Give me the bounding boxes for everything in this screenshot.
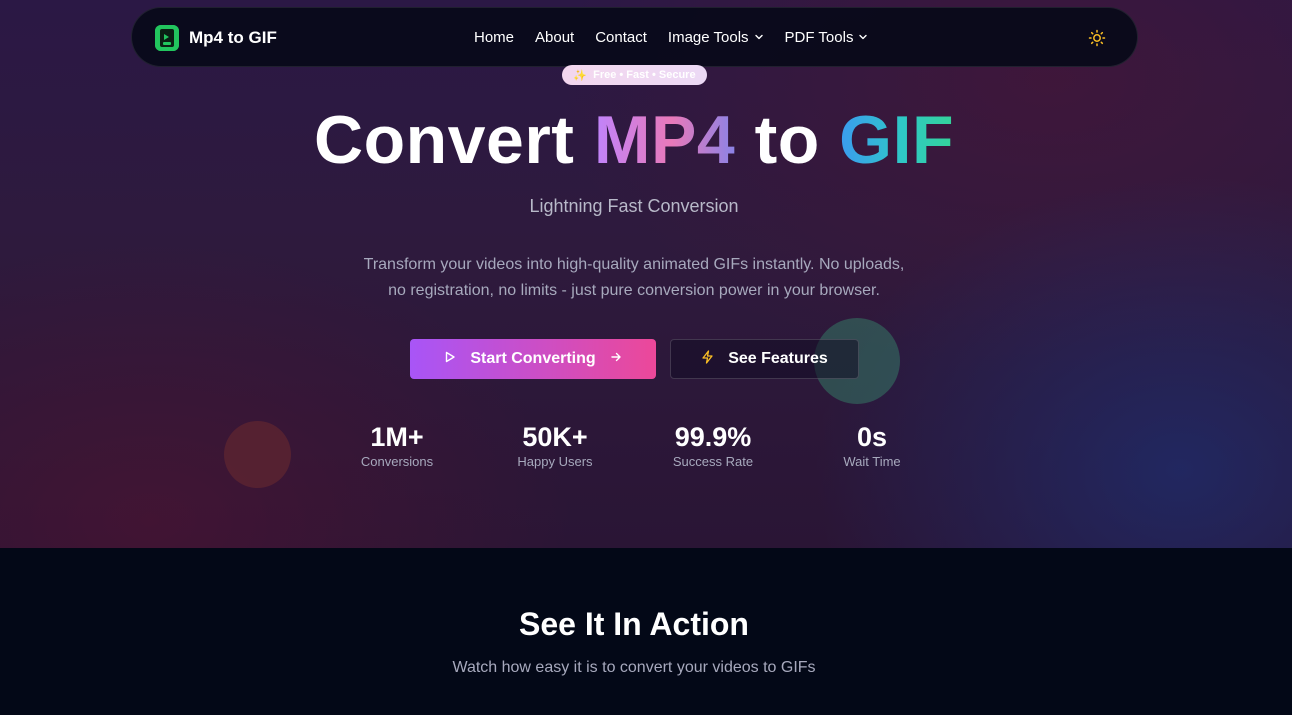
arrow-right-icon	[610, 350, 622, 368]
nav-link-label: Home	[474, 29, 515, 46]
stat-value: 1M+	[370, 422, 424, 452]
nav-link-label: PDF Tools	[784, 29, 854, 46]
stat-label: Conversions	[360, 454, 434, 469]
nav-link-contact[interactable]: Contact	[595, 27, 647, 49]
brand-name[interactable]: Mp4 to GIF	[189, 27, 277, 49]
hero-title: Convert MP4 to GIF	[0, 100, 1268, 180]
stat-happy-users: 50K+ Happy Users	[475, 420, 635, 470]
nav-link-home[interactable]: Home	[474, 27, 514, 49]
nav-links: Home About Contact Image Tools PDF Tools	[474, 27, 889, 49]
see-features-label: See Features	[728, 350, 828, 367]
hero-description-line: no registration, no limits - just pure c…	[388, 282, 880, 299]
hero-badge-text: Free • Fast • Secure	[593, 69, 696, 81]
stat-label: Happy Users	[517, 454, 593, 469]
hero-title-word: to	[754, 102, 820, 178]
nav-dropdown-image-tools[interactable]: Image Tools	[668, 27, 764, 49]
hero-section: Mp4 to GIF Home About Contact Image Tool…	[0, 0, 1292, 548]
stat-value: 99.9%	[674, 422, 752, 452]
stat-wait-time: 0s Wait Time	[792, 420, 952, 470]
start-converting-button[interactable]: Start Converting	[410, 339, 656, 379]
hero-title-word: Convert	[314, 102, 575, 178]
sparkles-icon: ✨	[573, 69, 588, 82]
section-title: See It In Action	[519, 606, 749, 642]
hero-description: Transform your videos into high-quality …	[334, 252, 934, 304]
hero-subtitle: Lightning Fast Conversion	[529, 196, 739, 216]
chevron-down-icon	[858, 27, 868, 49]
nav-link-about[interactable]: About	[535, 27, 574, 49]
hero-title-highlight-mp4: MP4	[593, 102, 736, 178]
chevron-down-icon	[754, 27, 764, 49]
stat-value: 50K+	[522, 422, 588, 452]
play-icon	[444, 350, 456, 368]
section-subtitle: Watch how easy it is to convert your vid…	[452, 659, 816, 676]
nav-link-label: Contact	[595, 29, 647, 46]
logo-file-video-icon[interactable]	[155, 25, 179, 51]
hero-title-highlight-gif: GIF	[839, 102, 954, 178]
hero-description-line: Transform your videos into high-quality …	[363, 256, 905, 273]
stat-label: Wait Time	[843, 454, 901, 469]
see-it-in-action-section: See It In Action Watch how easy it is to…	[0, 548, 1292, 715]
stat-conversions: 1M+ Conversions	[317, 420, 477, 470]
start-converting-label: Start Converting	[470, 350, 596, 367]
hero-badge: ✨ Free • Fast • Secure	[562, 65, 707, 85]
navbar: Mp4 to GIF Home About Contact Image Tool…	[131, 7, 1138, 67]
lightning-icon	[701, 349, 714, 369]
stat-value: 0s	[856, 422, 888, 452]
see-features-button[interactable]: See Features	[670, 339, 859, 379]
stats-row: 1M+ Conversions 50K+ Happy Users 99.9% S…	[0, 420, 1292, 480]
nav-link-label: About	[535, 29, 575, 46]
stat-label: Success Rate	[672, 454, 754, 469]
theme-toggle-sun-icon[interactable]	[1087, 28, 1107, 48]
stat-success-rate: 99.9% Success Rate	[633, 420, 793, 470]
nav-link-label: Image Tools	[667, 29, 749, 46]
nav-dropdown-pdf-tools[interactable]: PDF Tools	[785, 27, 869, 49]
